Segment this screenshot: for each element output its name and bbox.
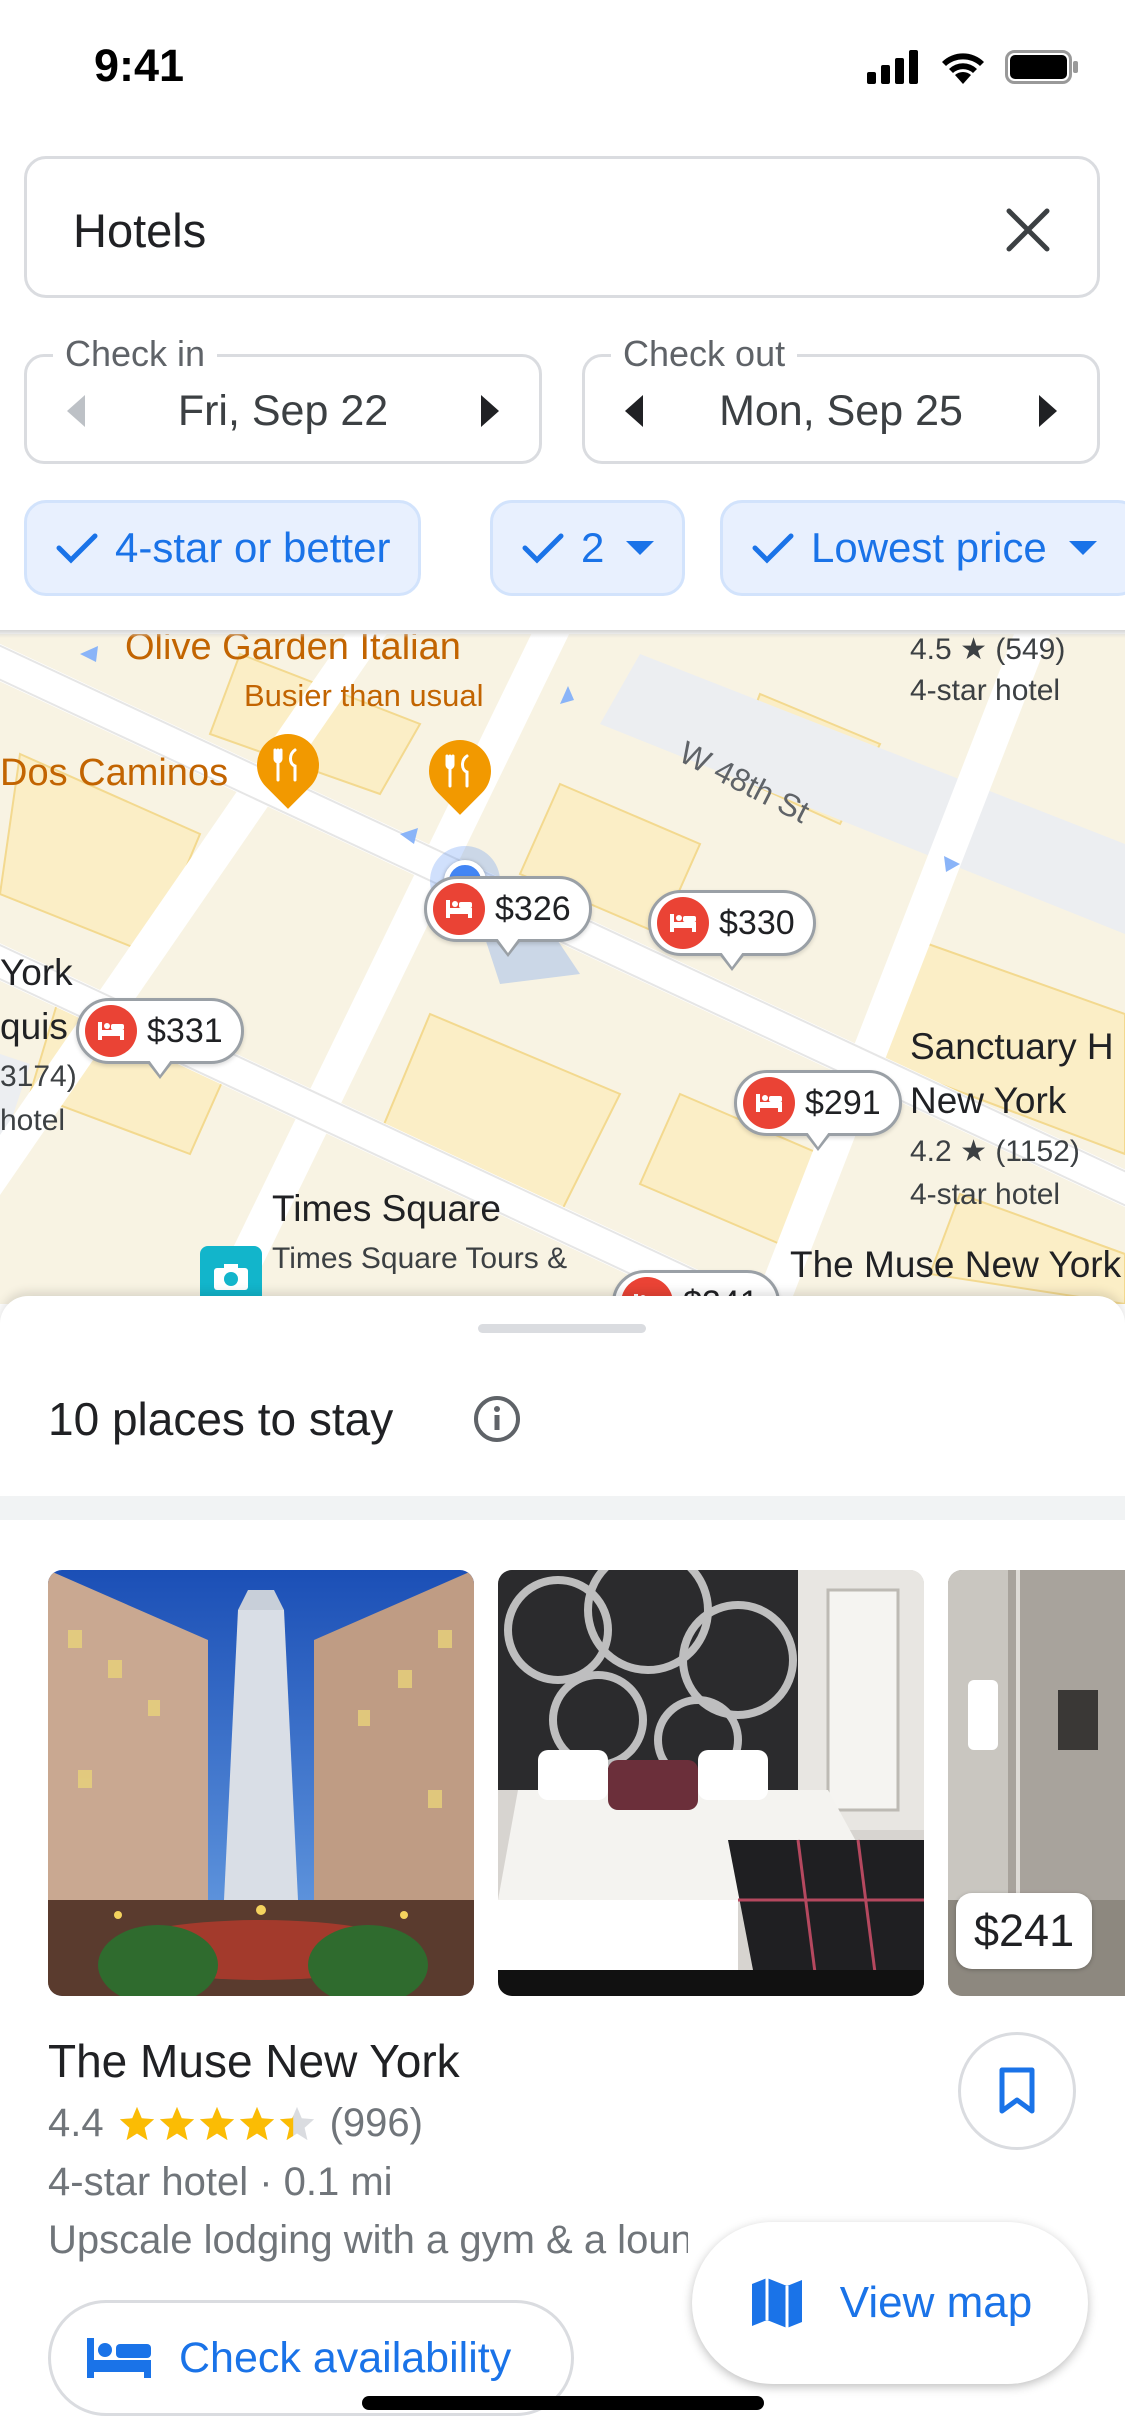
filter-chip-sort[interactable]: Lowest price	[720, 500, 1125, 596]
top-hotel-reviews: (549)	[995, 634, 1066, 666]
top-hotel-rating-row: 4.5 ★ (549)	[910, 634, 1065, 667]
check-in-picker[interactable]: Check in Fri, Sep 22	[24, 333, 542, 464]
search-query: Hotels	[73, 204, 207, 257]
hotel-price: $330	[719, 903, 795, 942]
view-map-label: View map	[839, 2278, 1033, 2327]
map-view[interactable]: Olive Garden Italian Busier than usual D…	[0, 634, 1125, 1304]
check-out-value: Mon, Sep 25	[719, 387, 963, 435]
cellular-signal-icon	[867, 50, 918, 84]
hotel-price: $326	[495, 889, 571, 928]
place-label-muse[interactable]: The Muse New York	[790, 1244, 1121, 1286]
hotel-price: $291	[805, 1083, 881, 1122]
bed-icon	[87, 2338, 151, 2378]
star-icon	[119, 2106, 154, 2140]
hotel-price: $331	[147, 1011, 223, 1050]
check-in-value: Fri, Sep 22	[177, 387, 389, 435]
sanctuary-name-line2[interactable]: New York	[910, 1080, 1066, 1122]
results-title: 10 places to stay	[48, 1393, 394, 1445]
sanctuary-name-line1[interactable]: Sanctuary H	[910, 1026, 1114, 1068]
sanctuary-rating: 4.2	[910, 1135, 952, 1168]
fork-knife-icon	[429, 740, 491, 802]
hotel-price-pin[interactable]: $331	[76, 998, 244, 1079]
filter-chip-label: 2	[581, 524, 605, 571]
hotel-price-pin[interactable]: $291	[734, 1070, 902, 1151]
hotel-meta: 4-star hotel · 0.1 mi	[48, 2160, 393, 2204]
divider	[0, 1496, 1125, 1520]
filter-chip-label: 4-star or better	[115, 524, 391, 571]
battery-icon	[1005, 50, 1078, 84]
close-icon[interactable]	[1001, 203, 1055, 257]
hotel-price-pin[interactable]: $330	[648, 890, 816, 971]
check-out-picker[interactable]: Check out Mon, Sep 25	[582, 333, 1100, 464]
home-indicator	[362, 2396, 764, 2410]
restaurant-pin[interactable]	[244, 721, 332, 809]
sanctuary-reviews: (1152)	[995, 1135, 1080, 1168]
left-hotel-reviews: 3174)	[0, 1060, 77, 1093]
star-icon	[279, 2106, 314, 2140]
status-bar: 9:41	[0, 0, 1125, 140]
bookmark-icon	[999, 2067, 1035, 2114]
chevron-down-icon	[1068, 541, 1097, 555]
left-hotel-type: hotel	[0, 1104, 66, 1137]
hotel-rating-row: 4.4 (996)	[48, 2101, 423, 2146]
hotel-price-badge: $241	[956, 1893, 1093, 1969]
hotel-photo[interactable]	[48, 1570, 474, 1996]
hotel-name[interactable]: The Muse New York	[48, 2034, 460, 2088]
left-hotel-name-line2[interactable]: quis	[0, 1006, 68, 1048]
bed-icon	[85, 1005, 137, 1057]
place-label-times-square-tours[interactable]: Times Square Tours &	[272, 1242, 567, 1276]
top-hotel-type: 4-star hotel	[910, 674, 1061, 707]
status-time: 9:41	[94, 40, 185, 91]
hotel-photo[interactable]	[498, 1570, 924, 1996]
filter-chip-star-rating[interactable]: 4-star or better	[24, 500, 422, 596]
star-icon: ★	[960, 1135, 987, 1168]
sanctuary-type: 4-star hotel	[910, 1178, 1061, 1211]
view-map-button[interactable]: View map	[692, 2222, 1088, 2384]
check-availability-label: Check availability	[179, 2333, 512, 2382]
filter-chip-label: Lowest price	[811, 524, 1047, 571]
wifi-icon	[942, 53, 984, 84]
fork-knife-icon	[257, 734, 319, 796]
place-label-times-square[interactable]: Times Square	[272, 1188, 501, 1230]
place-label-olive-garden[interactable]: Olive Garden Italian	[125, 634, 461, 669]
search-input[interactable]: Hotels	[24, 156, 1100, 298]
save-button[interactable]	[958, 2032, 1076, 2150]
place-label-dos-caminos[interactable]: Dos Caminos	[0, 752, 228, 795]
hotel-description: Upscale lodging with a gym & a lounge	[48, 2218, 688, 2262]
hotel-price-pin[interactable]: $326	[424, 876, 592, 957]
status-icons	[867, 50, 1079, 84]
chevron-down-icon	[626, 541, 655, 555]
star-icon	[199, 2106, 234, 2140]
map-icon	[751, 2278, 802, 2328]
check-in-label: Check in	[53, 333, 218, 375]
check-in-next-icon[interactable]	[481, 395, 499, 427]
bed-icon	[433, 883, 485, 935]
check-out-label: Check out	[611, 333, 798, 375]
place-status-olive-garden: Busier than usual	[244, 678, 484, 713]
star-icon	[159, 2106, 194, 2140]
check-icon	[522, 533, 564, 564]
left-hotel-name-line1[interactable]: York	[0, 952, 73, 994]
hotel-rating: 4.4	[48, 2101, 104, 2145]
filter-chip-guests[interactable]: 2	[490, 500, 686, 596]
check-icon	[752, 533, 794, 564]
header-shadow	[0, 630, 1125, 638]
rating-stars	[118, 2105, 316, 2143]
star-icon: ★	[960, 634, 987, 666]
drag-handle[interactable]	[478, 1324, 646, 1333]
check-icon	[56, 533, 98, 564]
bed-icon	[743, 1077, 795, 1129]
sanctuary-rating-row: 4.2 ★ (1152)	[910, 1134, 1080, 1169]
check-out-next-icon[interactable]	[1039, 395, 1057, 427]
top-hotel-rating: 4.5	[910, 634, 952, 666]
hotel-reviews: (996)	[329, 2101, 423, 2145]
info-icon[interactable]	[472, 1394, 522, 1444]
star-icon	[239, 2106, 274, 2140]
restaurant-pin[interactable]	[416, 727, 504, 815]
bed-icon	[657, 897, 709, 949]
